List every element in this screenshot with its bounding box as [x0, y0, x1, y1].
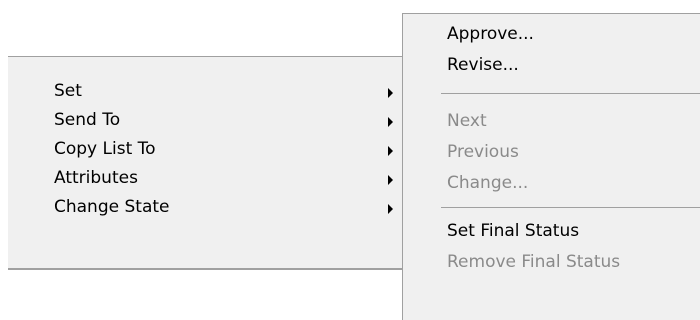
submenu-arrow-icon: [388, 117, 393, 127]
context-menu-items: Set Send To Copy List To Attributes Chan…: [8, 77, 406, 222]
submenu-item-change: Change...: [447, 173, 529, 193]
menu-item-label: Change State: [54, 197, 170, 217]
submenu-item-revise[interactable]: Revise...: [403, 50, 700, 81]
menu-item-label: Copy List To: [54, 139, 156, 159]
submenu-item-previous: Previous: [447, 142, 519, 162]
submenu-item-next: Next: [447, 111, 487, 131]
menu-item-change-state[interactable]: Change State: [8, 193, 406, 222]
menu-item-label: Attributes: [54, 168, 138, 188]
submenu-arrow-icon: [388, 175, 393, 185]
submenu-item-remove-final-status: Remove Final Status: [447, 252, 621, 272]
submenu-arrow-icon: [388, 204, 393, 214]
menu-item-label: Set: [54, 81, 82, 101]
menu-item-copy-list-to[interactable]: Copy List To: [8, 135, 406, 164]
context-menu: Set Send To Copy List To Attributes Chan…: [8, 56, 406, 270]
submenu-arrow-icon: [388, 146, 393, 156]
submenu-item-set-final-status[interactable]: Set Final Status: [403, 216, 700, 247]
menu-item-send-to[interactable]: Send To: [8, 106, 406, 135]
submenu-item-approve[interactable]: Approve...: [403, 19, 700, 50]
menu-item-set[interactable]: Set: [8, 77, 406, 106]
menu-item-attributes[interactable]: Attributes: [8, 164, 406, 193]
menu-separator: [441, 207, 700, 208]
screen: Set Send To Copy List To Attributes Chan…: [0, 0, 700, 320]
menu-separator: [441, 93, 700, 94]
submenu-arrow-icon: [388, 88, 393, 98]
menu-item-label: Send To: [54, 110, 121, 130]
change-state-submenu: Approve... Revise... Next Previous Chang…: [402, 13, 700, 320]
